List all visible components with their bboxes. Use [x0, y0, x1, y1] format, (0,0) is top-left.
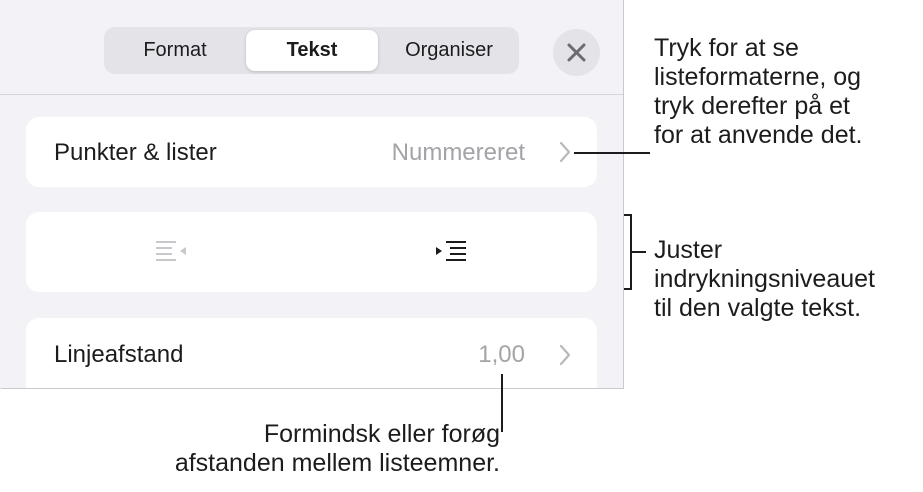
callout-bracket-indent-top: [624, 214, 632, 216]
line-spacing-value: 1,00: [478, 341, 525, 368]
tab-segmented-control: Format Tekst Organiser: [104, 27, 519, 74]
callout-line-bullets: [574, 152, 650, 154]
callout-bullets-text: Tryk for at se listeformaterne, og tryk …: [654, 34, 863, 149]
decrease-indent-icon: [156, 241, 186, 261]
decrease-indent-button[interactable]: [154, 236, 190, 271]
indent-row: [26, 212, 597, 292]
tab-tekst[interactable]: Tekst: [246, 30, 378, 71]
increase-indent-icon: [436, 241, 466, 261]
bullets-lists-row[interactable]: Punkter & lister Nummereret: [26, 117, 597, 187]
callout-spacing-text: Formindsk eller forøg afstanden mellem l…: [174, 420, 500, 477]
increase-indent-button[interactable]: [434, 236, 470, 271]
bullets-lists-label: Punkter & lister: [54, 139, 217, 166]
line-spacing-row[interactable]: Linjeafstand 1,00: [26, 318, 597, 388]
close-button[interactable]: [553, 29, 600, 76]
close-icon: [567, 43, 586, 62]
bullets-lists-value: Nummereret: [391, 139, 525, 166]
tab-organiser[interactable]: Organiser: [381, 30, 517, 71]
chevron-right-icon: [559, 141, 571, 163]
callout-line-spacing: [501, 374, 503, 432]
callout-indent-text: Juster indrykningsniveauet til den valgt…: [654, 236, 875, 322]
panel-header: Format Tekst Organiser: [0, 0, 623, 95]
tab-format[interactable]: Format: [107, 30, 243, 71]
callout-bracket-indent-tick: [632, 251, 646, 253]
line-spacing-label: Linjeafstand: [54, 341, 184, 368]
callout-bracket-indent-bottom: [624, 288, 632, 290]
chevron-right-icon: [559, 344, 571, 366]
format-panel: Format Tekst Organiser Punkter & lister …: [0, 0, 624, 389]
